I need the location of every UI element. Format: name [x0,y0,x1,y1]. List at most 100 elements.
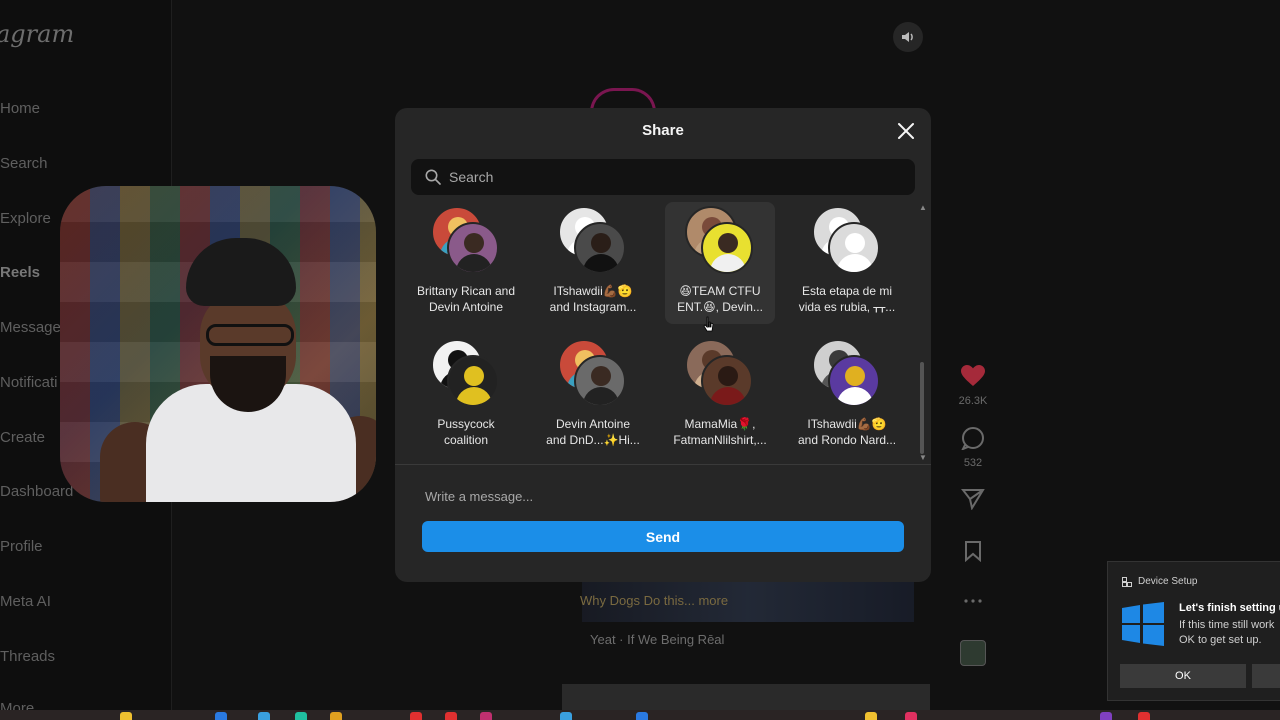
comment-count: 532 [963,457,983,469]
taskbar-app-icon[interactable] [120,712,132,720]
notification-secondary-button[interactable] [1252,664,1280,688]
modal-title: Share [642,122,684,139]
notification-body: If this time still work OK to get set up. [1179,619,1275,646]
group-avatar [558,339,630,409]
taskbar-app-icon[interactable] [445,712,457,720]
sidebar-item-create[interactable]: Create [0,429,45,446]
notification-title: Let's finish setting u [1179,602,1280,614]
search-input[interactable] [449,169,889,185]
contact-name: Esta etapa de mi vida es rubia, ᚁᚁ... [798,284,896,314]
speaker-icon [902,32,913,42]
instagram-logo[interactable]: agram [0,20,74,48]
default-avatar [828,222,880,274]
send-button[interactable]: Send [422,521,904,552]
mouse-cursor-icon [703,316,714,332]
group-avatar [558,206,630,276]
close-icon [898,123,914,139]
group-avatar [812,206,884,276]
more-icon [964,599,982,603]
contact-item[interactable]: Brittany Rican and Devin Antoine [411,202,521,324]
like-count: 26.3K [958,395,988,407]
webcam-person-glasses [206,324,294,346]
windows-logo-icon [1122,602,1164,646]
sidebar-item-meta-ai[interactable]: Meta AI [0,593,51,610]
notification-app-name: Device Setup [1138,576,1198,587]
avatar [828,355,880,407]
more-options-button[interactable] [958,592,988,610]
reel-audio[interactable]: Yeat · If We Being Rēal [590,632,724,647]
heart-icon [961,365,985,386]
contact-name: Devin Antoine and DnD...✨Hi... [546,417,640,447]
contact-name: 😆TEAM CTFU ENT.😆, Devin... [677,284,763,314]
device-setup-icon [1122,576,1132,587]
sidebar-item-notifications[interactable]: Notificati [0,374,58,391]
search-icon [425,169,441,185]
sidebar-item-search[interactable]: Search [0,155,48,172]
notification-header: Device Setup [1122,576,1197,587]
taskbar-app-icon[interactable] [636,712,648,720]
contact-item[interactable]: Devin Antoine and DnD...✨Hi... [538,335,648,457]
contact-item[interactable]: Esta etapa de mi vida es rubia, ᚁᚁ... [792,202,902,324]
scroll-up-icon[interactable]: ▲ [919,204,927,212]
group-avatar [685,206,757,276]
taskbar-app-icon[interactable] [258,712,270,720]
message-input[interactable] [425,486,905,506]
share-button[interactable] [958,488,988,515]
close-button[interactable] [895,120,917,142]
contact-name: ITshawdii💪🏾🫡 and Rondo Nard... [797,417,897,447]
screen: agram Home Search Explore Reels Message … [0,0,1280,720]
contact-scrollbar[interactable]: ▲ ▼ [919,204,927,462]
sidebar-item-explore[interactable]: Explore [0,210,51,227]
group-avatar [431,206,503,276]
contact-item[interactable]: Pussycock coalition [411,335,521,457]
mute-button[interactable] [893,22,923,52]
taskbar-app-icon[interactable] [215,712,227,720]
reel-caption[interactable]: Why Dogs Do this... more [580,593,728,608]
audio-thumbnail[interactable] [960,640,986,666]
contact-item[interactable]: MamaMia🌹, FatmanNlilshirt,... [665,335,775,457]
group-avatar [685,339,757,409]
bookmark-icon [965,541,981,563]
contact-name: Pussycock coalition [437,417,495,447]
contact-grid: Brittany Rican and Devin Antoine ITshawdi… [409,202,909,464]
contact-name: ITshawdii💪🏾🫡 and Instagram... [549,284,637,314]
comment-button[interactable]: 532 [958,426,988,469]
taskbar-app-icon[interactable] [865,712,877,720]
contact-item[interactable]: ITshawdii💪🏾🫡 and Rondo Nard... [792,335,902,457]
taskbar-app-icon[interactable] [410,712,422,720]
avatar [701,355,753,407]
contact-item[interactable]: 😆TEAM CTFU ENT.😆, Devin... [665,202,775,324]
taskbar-app-icon[interactable] [905,712,917,720]
search-box[interactable] [411,159,915,195]
taskbar-app-icon[interactable] [560,712,572,720]
save-button[interactable] [958,540,988,567]
contact-item[interactable]: ITshawdii💪🏾🫡 and Instagram... [538,202,648,324]
scroll-down-icon[interactable]: ▼ [919,454,927,462]
notification-ok-button[interactable]: OK [1120,664,1246,688]
taskbar-app-icon[interactable] [480,712,492,720]
group-avatar [812,339,884,409]
device-setup-notification: Device Setup Let's finish setting u If t… [1107,561,1280,701]
sidebar-item-threads[interactable]: Threads [0,648,55,665]
sidebar-item-messages[interactable]: Message [0,319,61,336]
like-button[interactable]: 26.3K [958,364,988,407]
share-modal: Share Brittany Rican andDevin Antoine [395,108,931,582]
taskbar-app-icon[interactable] [1100,712,1112,720]
scroll-thumb[interactable] [920,362,924,454]
webcam-overlay [60,186,376,502]
contact-name: MamaMia🌹, FatmanNlilshirt,... [673,417,767,447]
send-icon [960,489,985,511]
avatar [574,355,626,407]
avatar [574,222,626,274]
sidebar-item-profile[interactable]: Profile [0,538,43,555]
taskbar-app-icon[interactable] [295,712,307,720]
avatar [701,222,753,274]
divider [395,464,931,465]
sidebar-item-reels[interactable]: Reels [0,264,40,281]
taskbar-app-icon[interactable] [330,712,342,720]
avatar [447,355,499,407]
taskbar-app-icon[interactable] [1138,712,1150,720]
contact-name: Brittany Rican and Devin Antoine [416,284,516,314]
sidebar-item-home[interactable]: Home [0,100,40,117]
avatar [447,222,499,274]
